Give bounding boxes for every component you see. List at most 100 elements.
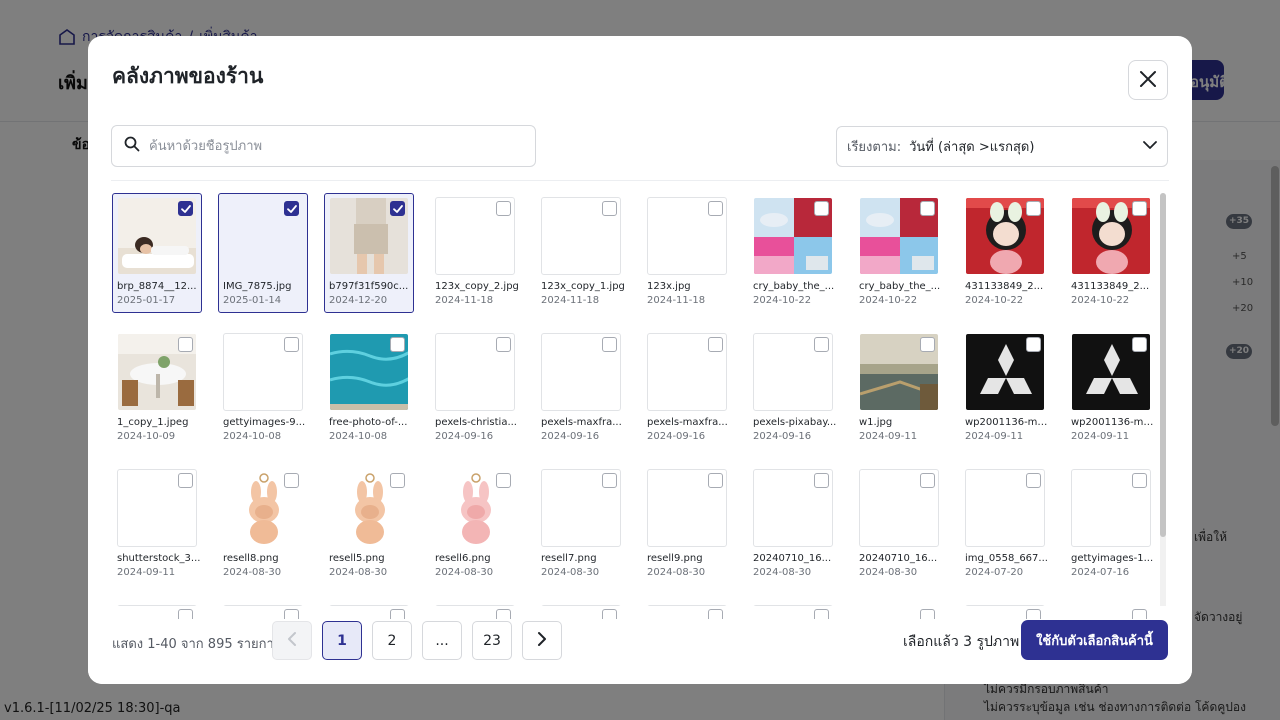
image-date: 2024-12-20	[329, 295, 388, 306]
checkbox[interactable]	[284, 337, 299, 352]
checkbox[interactable]	[920, 473, 935, 488]
checkbox[interactable]	[1132, 473, 1147, 488]
checkbox[interactable]	[1026, 473, 1041, 488]
checkbox[interactable]	[1026, 337, 1041, 352]
image-tile[interactable]: wp2001136-mi... 2024-09-11	[960, 328, 1050, 464]
image-tile[interactable]: b797f31f590c... 2024-12-20	[324, 192, 414, 328]
image-date: 2024-09-11	[117, 567, 176, 578]
checkbox[interactable]	[814, 201, 829, 216]
image-date: 2024-08-30	[541, 567, 600, 578]
image-tile[interactable]: 123x_copy_1.jpg 2024-11-18	[536, 192, 626, 328]
image-date: 2024-07-20	[965, 567, 1024, 578]
image-filename: pexels-pixabay...	[753, 417, 837, 428]
checkbox-checked[interactable]	[178, 201, 193, 216]
image-filename: 123x_copy_2.jpg	[435, 281, 519, 292]
checkbox[interactable]	[920, 201, 935, 216]
sort-dropdown[interactable]: เรียงตาม: วันที่ (ล่าสุด >แรกสุด)	[836, 126, 1168, 167]
checkbox[interactable]	[390, 609, 405, 619]
image-tile[interactable]: pexels-maxfra... 2024-09-16	[536, 328, 626, 464]
image-tile[interactable]: 20240710_16... 2024-08-30	[854, 464, 944, 600]
checkbox[interactable]	[602, 609, 617, 619]
checkbox[interactable]	[708, 609, 723, 619]
image-tile[interactable]: w1.jpg 2024-09-11	[854, 328, 944, 464]
search-input[interactable]	[149, 138, 519, 154]
page-button[interactable]: 23	[472, 621, 512, 660]
checkbox[interactable]	[178, 337, 193, 352]
checkbox[interactable]	[920, 609, 935, 619]
image-tile[interactable]: img_0558_667... 2024-07-20	[960, 464, 1050, 600]
image-filename: 431133849_2...	[1071, 281, 1150, 292]
pagination: 1 2... 23	[272, 621, 562, 660]
checkbox[interactable]	[708, 337, 723, 352]
checkbox[interactable]	[284, 473, 299, 488]
search-icon	[124, 136, 140, 156]
search-box[interactable]	[111, 125, 536, 167]
image-tile[interactable]: gettyimages-9... 2024-10-08	[218, 328, 308, 464]
checkbox[interactable]	[708, 201, 723, 216]
checkbox[interactable]	[814, 609, 829, 619]
image-tile[interactable]: free-photo-of-... 2024-10-08	[324, 328, 414, 464]
checkbox[interactable]	[496, 337, 511, 352]
image-tile[interactable]: pexels-pixabay... 2024-09-16	[748, 328, 838, 464]
checkbox[interactable]	[602, 201, 617, 216]
chevron-left-icon	[287, 631, 297, 651]
image-filename: pexels-maxfra...	[647, 417, 728, 428]
checkbox[interactable]	[1132, 337, 1147, 352]
image-tile[interactable]: resell7.png 2024-08-30	[536, 464, 626, 600]
checkbox[interactable]	[814, 473, 829, 488]
image-date: 2025-01-14	[223, 295, 282, 306]
image-tile[interactable]: resell5.png 2024-08-30	[324, 464, 414, 600]
apply-to-variant-button[interactable]: ใช้กับตัวเลือกสินค้านี้	[1021, 620, 1168, 660]
checkbox[interactable]	[1132, 609, 1147, 619]
checkbox[interactable]	[1132, 201, 1147, 216]
image-tile[interactable]: brp_8874__12... 2025-01-17	[112, 192, 202, 328]
page-button[interactable]: 2	[372, 621, 412, 660]
image-tile[interactable]: pexels-maxfra... 2024-09-16	[642, 328, 732, 464]
checkbox[interactable]	[814, 337, 829, 352]
prev-page-button[interactable]	[272, 621, 312, 660]
image-tile[interactable]: 1_copy_1.jpeg 2024-10-09	[112, 328, 202, 464]
checkbox-checked[interactable]	[284, 201, 299, 216]
image-tile[interactable]: wp2001136-mi... 2024-09-11	[1066, 328, 1156, 464]
image-tile[interactable]: 431133849_2... 2024-10-22	[1066, 192, 1156, 328]
checkbox[interactable]	[496, 609, 511, 619]
grid-scrollbar-thumb[interactable]	[1160, 193, 1166, 537]
image-date: 2024-11-18	[541, 295, 600, 306]
image-tile[interactable]: 123x_copy_2.jpg 2024-11-18	[430, 192, 520, 328]
checkbox[interactable]	[390, 473, 405, 488]
image-tile[interactable]: gettyimages-1... 2024-07-16	[1066, 464, 1156, 600]
image-tile[interactable]: 20240710_16... 2024-08-30	[748, 464, 838, 600]
image-tile[interactable]: resell9.png 2024-08-30	[642, 464, 732, 600]
image-date: 2024-10-22	[753, 295, 812, 306]
image-tile[interactable]: shutterstock_3... 2024-09-11	[112, 464, 202, 600]
checkbox[interactable]	[1026, 609, 1041, 619]
checkbox[interactable]	[284, 609, 299, 619]
image-tile[interactable]: 123x.jpg 2024-11-18	[642, 192, 732, 328]
image-tile[interactable]: pexels-christia... 2024-09-16	[430, 328, 520, 464]
image-date: 2024-10-08	[329, 431, 388, 442]
image-tile[interactable]: cry_baby_the_... 2024-10-22	[854, 192, 944, 328]
pagination-ellipsis: ...	[422, 621, 462, 660]
image-tile[interactable]: resell8.png 2024-08-30	[218, 464, 308, 600]
image-tile[interactable]: resell6.png 2024-08-30	[430, 464, 520, 600]
image-tile[interactable]: IMG_7875.jpg 2025-01-14	[218, 192, 308, 328]
checkbox[interactable]	[920, 337, 935, 352]
checkbox-checked[interactable]	[390, 201, 405, 216]
checkbox[interactable]	[496, 473, 511, 488]
image-date: 2024-09-11	[965, 431, 1024, 442]
image-tile[interactable]: cry_baby_the_... 2024-10-22	[748, 192, 838, 328]
checkbox[interactable]	[602, 337, 617, 352]
checkbox[interactable]	[496, 201, 511, 216]
checkbox[interactable]	[1026, 201, 1041, 216]
checkbox[interactable]	[602, 473, 617, 488]
page-button[interactable]: 1	[322, 621, 362, 660]
checkbox[interactable]	[178, 473, 193, 488]
image-grid-scroll[interactable]: brp_8874__12... 2025-01-17 IMG_7875.jpg 202…	[111, 192, 1162, 619]
checkbox[interactable]	[390, 337, 405, 352]
checkbox[interactable]	[708, 473, 723, 488]
close-button[interactable]	[1128, 60, 1168, 100]
image-date: 2024-10-22	[859, 295, 918, 306]
next-page-button[interactable]	[522, 621, 562, 660]
image-tile[interactable]: 431133849_2... 2024-10-22	[960, 192, 1050, 328]
checkbox[interactable]	[178, 609, 193, 619]
